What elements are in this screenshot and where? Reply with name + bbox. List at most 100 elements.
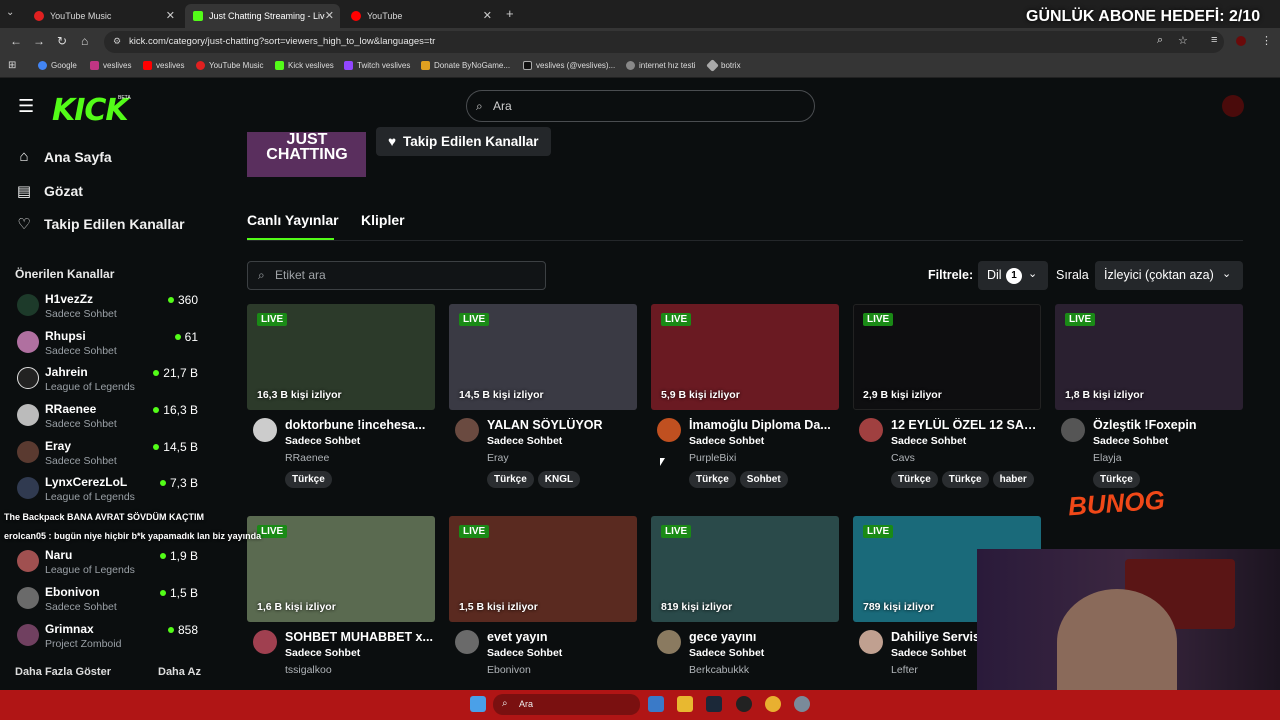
stream-username[interactable]: Ebonivon <box>487 664 531 676</box>
avatar[interactable] <box>859 630 883 654</box>
stream-category[interactable]: Sadece Sohbet <box>487 647 562 659</box>
stream-username[interactable]: Cavs <box>891 452 915 464</box>
bookmark-star-icon[interactable]: ☆ <box>1178 34 1188 47</box>
bookmark-bynogame[interactable]: Donate ByNoGame... <box>421 61 510 70</box>
bookmark-instagram[interactable]: veslives <box>90 61 131 70</box>
stream-category[interactable]: Sadece Sohbet <box>1093 435 1168 447</box>
site-search-input[interactable] <box>466 90 815 122</box>
browser-menu-icon[interactable]: ⋮ <box>1261 34 1272 47</box>
channel-item[interactable]: H1vezZz Sadece Sohbet 360 <box>15 292 205 328</box>
bookmark-kick[interactable]: Kick veslives <box>275 61 334 70</box>
channel-item[interactable]: Ebonivon Sadece Sohbet 1,5 B <box>15 585 205 621</box>
avatar[interactable] <box>253 630 277 654</box>
stream-title[interactable]: evet yayın <box>487 630 637 644</box>
chrome-icon[interactable] <box>765 696 781 712</box>
stream-username[interactable]: RRaenee <box>285 452 329 464</box>
stream-card[interactable]: LIVE 1,5 B kişi izliyor evet yayın Sadec… <box>449 516 637 716</box>
close-tab-icon[interactable]: ✕ <box>483 9 492 22</box>
widgets-icon[interactable] <box>648 696 664 712</box>
stream-username[interactable]: PurpleBixi <box>689 452 736 464</box>
avatar[interactable] <box>253 418 277 442</box>
tab-list-chevron-icon[interactable]: ⌄ <box>6 7 14 18</box>
file-explorer-icon[interactable] <box>677 696 693 712</box>
bookmark-speedtest[interactable]: internet hız testi <box>626 61 695 70</box>
stream-category[interactable]: Sadece Sohbet <box>891 647 966 659</box>
tag[interactable]: haber <box>992 471 1034 488</box>
stream-card[interactable]: LIVE 1,6 B kişi izliyor SOHBET MUHABBET … <box>247 516 435 716</box>
avatar[interactable] <box>859 418 883 442</box>
channel-item[interactable]: LynxCerezLoL League of Legends 7,3 B <box>15 475 205 511</box>
steam-icon[interactable] <box>706 696 722 712</box>
stream-card[interactable]: LIVE 1,8 B kişi izliyor Özleştik !Foxepi… <box>1055 304 1243 504</box>
stream-username[interactable]: Lefter <box>891 664 918 676</box>
taskbar-search-input[interactable] <box>493 694 640 715</box>
nav-following[interactable]: ♡ Takip Edilen Kanallar <box>15 215 184 233</box>
stream-title[interactable]: gece yayını <box>689 630 839 644</box>
tag[interactable]: Türkçe <box>1093 471 1140 488</box>
stream-category[interactable]: Sadece Sohbet <box>487 435 562 447</box>
stream-card[interactable]: LIVE 16,3 B kişi izliyor doktorbune !inc… <box>247 304 435 504</box>
stream-title[interactable]: Özleştik !Foxepin <box>1093 418 1243 432</box>
tag[interactable]: KNGL <box>537 471 581 488</box>
close-tab-icon[interactable]: ✕ <box>166 9 175 22</box>
bookmark-youtube-music[interactable]: YouTube Music <box>196 61 264 70</box>
tag[interactable]: Türkçe <box>689 471 736 488</box>
channel-item[interactable]: Naru League of Legends 1,9 B <box>15 548 205 584</box>
reload-icon[interactable]: ↻ <box>57 34 67 48</box>
site-info-icon[interactable]: ⚙ <box>113 36 121 47</box>
stream-username[interactable]: Berkcabukkk <box>689 664 749 676</box>
channel-item[interactable]: Jahrein League of Legends 21,7 B <box>15 365 205 401</box>
new-tab-button[interactable]: + <box>506 6 514 21</box>
channel-item[interactable]: Eray Sadece Sohbet 14,5 B <box>15 439 205 475</box>
stream-card[interactable]: LIVE 2,9 B kişi izliyor 12 EYLÜL ÖZEL 12… <box>853 304 1041 504</box>
show-more-button[interactable]: Daha Fazla Göster <box>15 666 111 678</box>
stream-title[interactable]: doktorbune !incehesa... <box>285 418 435 432</box>
browser-tab-youtube-music[interactable]: YouTube Music ✕ <box>26 4 181 28</box>
stream-username[interactable]: Eray <box>487 452 509 464</box>
home-icon[interactable]: ⌂ <box>81 34 88 48</box>
obs-icon[interactable] <box>736 696 752 712</box>
stream-title[interactable]: SOHBET MUHABBET x... <box>285 630 435 644</box>
user-avatar[interactable] <box>1222 95 1244 117</box>
stream-title[interactable]: İmamoğlu Diploma Da... <box>689 418 839 432</box>
stream-username[interactable]: tssigalkoo <box>285 664 332 676</box>
zoom-icon[interactable]: ⌕ <box>1157 34 1163 47</box>
browser-tab-kick[interactable]: Just Chatting Streaming - Live ✕ <box>185 4 340 28</box>
stream-category[interactable]: Sadece Sohbet <box>891 435 966 447</box>
tag[interactable]: Türkçe <box>487 471 534 488</box>
forward-icon[interactable]: → <box>33 34 45 48</box>
stream-category[interactable]: Sadece Sohbet <box>689 647 764 659</box>
bookmark-botrix[interactable]: botrix <box>706 59 741 72</box>
bookmark-youtube[interactable]: veslives <box>143 61 184 70</box>
stream-category[interactable]: Sadece Sohbet <box>285 647 360 659</box>
kick-logo[interactable]: KICK <box>52 93 129 128</box>
nav-browse[interactable]: ▤ Gözat <box>15 182 83 200</box>
stream-category[interactable]: Sadece Sohbet <box>285 435 360 447</box>
avatar[interactable] <box>455 630 479 654</box>
channel-item[interactable]: Rhupsi Sadece Sohbet 61 <box>15 329 205 365</box>
windows-start-icon[interactable] <box>470 696 486 712</box>
show-less-button[interactable]: Daha Az <box>158 666 201 678</box>
hamburger-menu-icon[interactable]: ☰ <box>18 96 34 117</box>
nav-home[interactable]: ⌂ Ana Sayfa <box>15 148 111 165</box>
bookmark-google[interactable]: Google <box>38 61 77 70</box>
stream-category[interactable]: Sadece Sohbet <box>689 435 764 447</box>
stream-title[interactable]: YALAN SÖYLÜYOR <box>487 418 637 432</box>
avatar[interactable] <box>657 418 681 442</box>
stream-title[interactable]: 12 EYLÜL ÖZEL 12 SAA... <box>891 418 1041 432</box>
stream-card[interactable]: LIVE 819 kişi izliyor gece yayını Sadece… <box>651 516 839 716</box>
stream-card[interactable]: LIVE 14,5 B kişi izliyor YALAN SÖYLÜYOR … <box>449 304 637 504</box>
media-control-icon[interactable]: ≡ <box>1211 34 1217 46</box>
url-text[interactable]: kick.com/category/just-chatting?sort=vie… <box>129 36 435 47</box>
bookmark-tiktok[interactable]: veslives (@veslives)... <box>523 61 615 70</box>
profile-icon[interactable] <box>1236 36 1246 46</box>
avatar[interactable] <box>455 418 479 442</box>
apps-grid-icon[interactable]: ⊞ <box>8 60 16 71</box>
avatar[interactable] <box>1061 418 1085 442</box>
followed-channels-button[interactable]: ♥ Takip Edilen Kanallar <box>376 127 551 156</box>
channel-item[interactable]: RRaenee Sadece Sohbet 16,3 B <box>15 402 205 438</box>
tab-live-streams[interactable]: Canlı Yayınlar <box>247 212 339 228</box>
tab-clips[interactable]: Klipler <box>361 212 405 228</box>
avatar[interactable] <box>657 630 681 654</box>
bookmark-twitch[interactable]: Twitch veslives <box>344 61 410 70</box>
